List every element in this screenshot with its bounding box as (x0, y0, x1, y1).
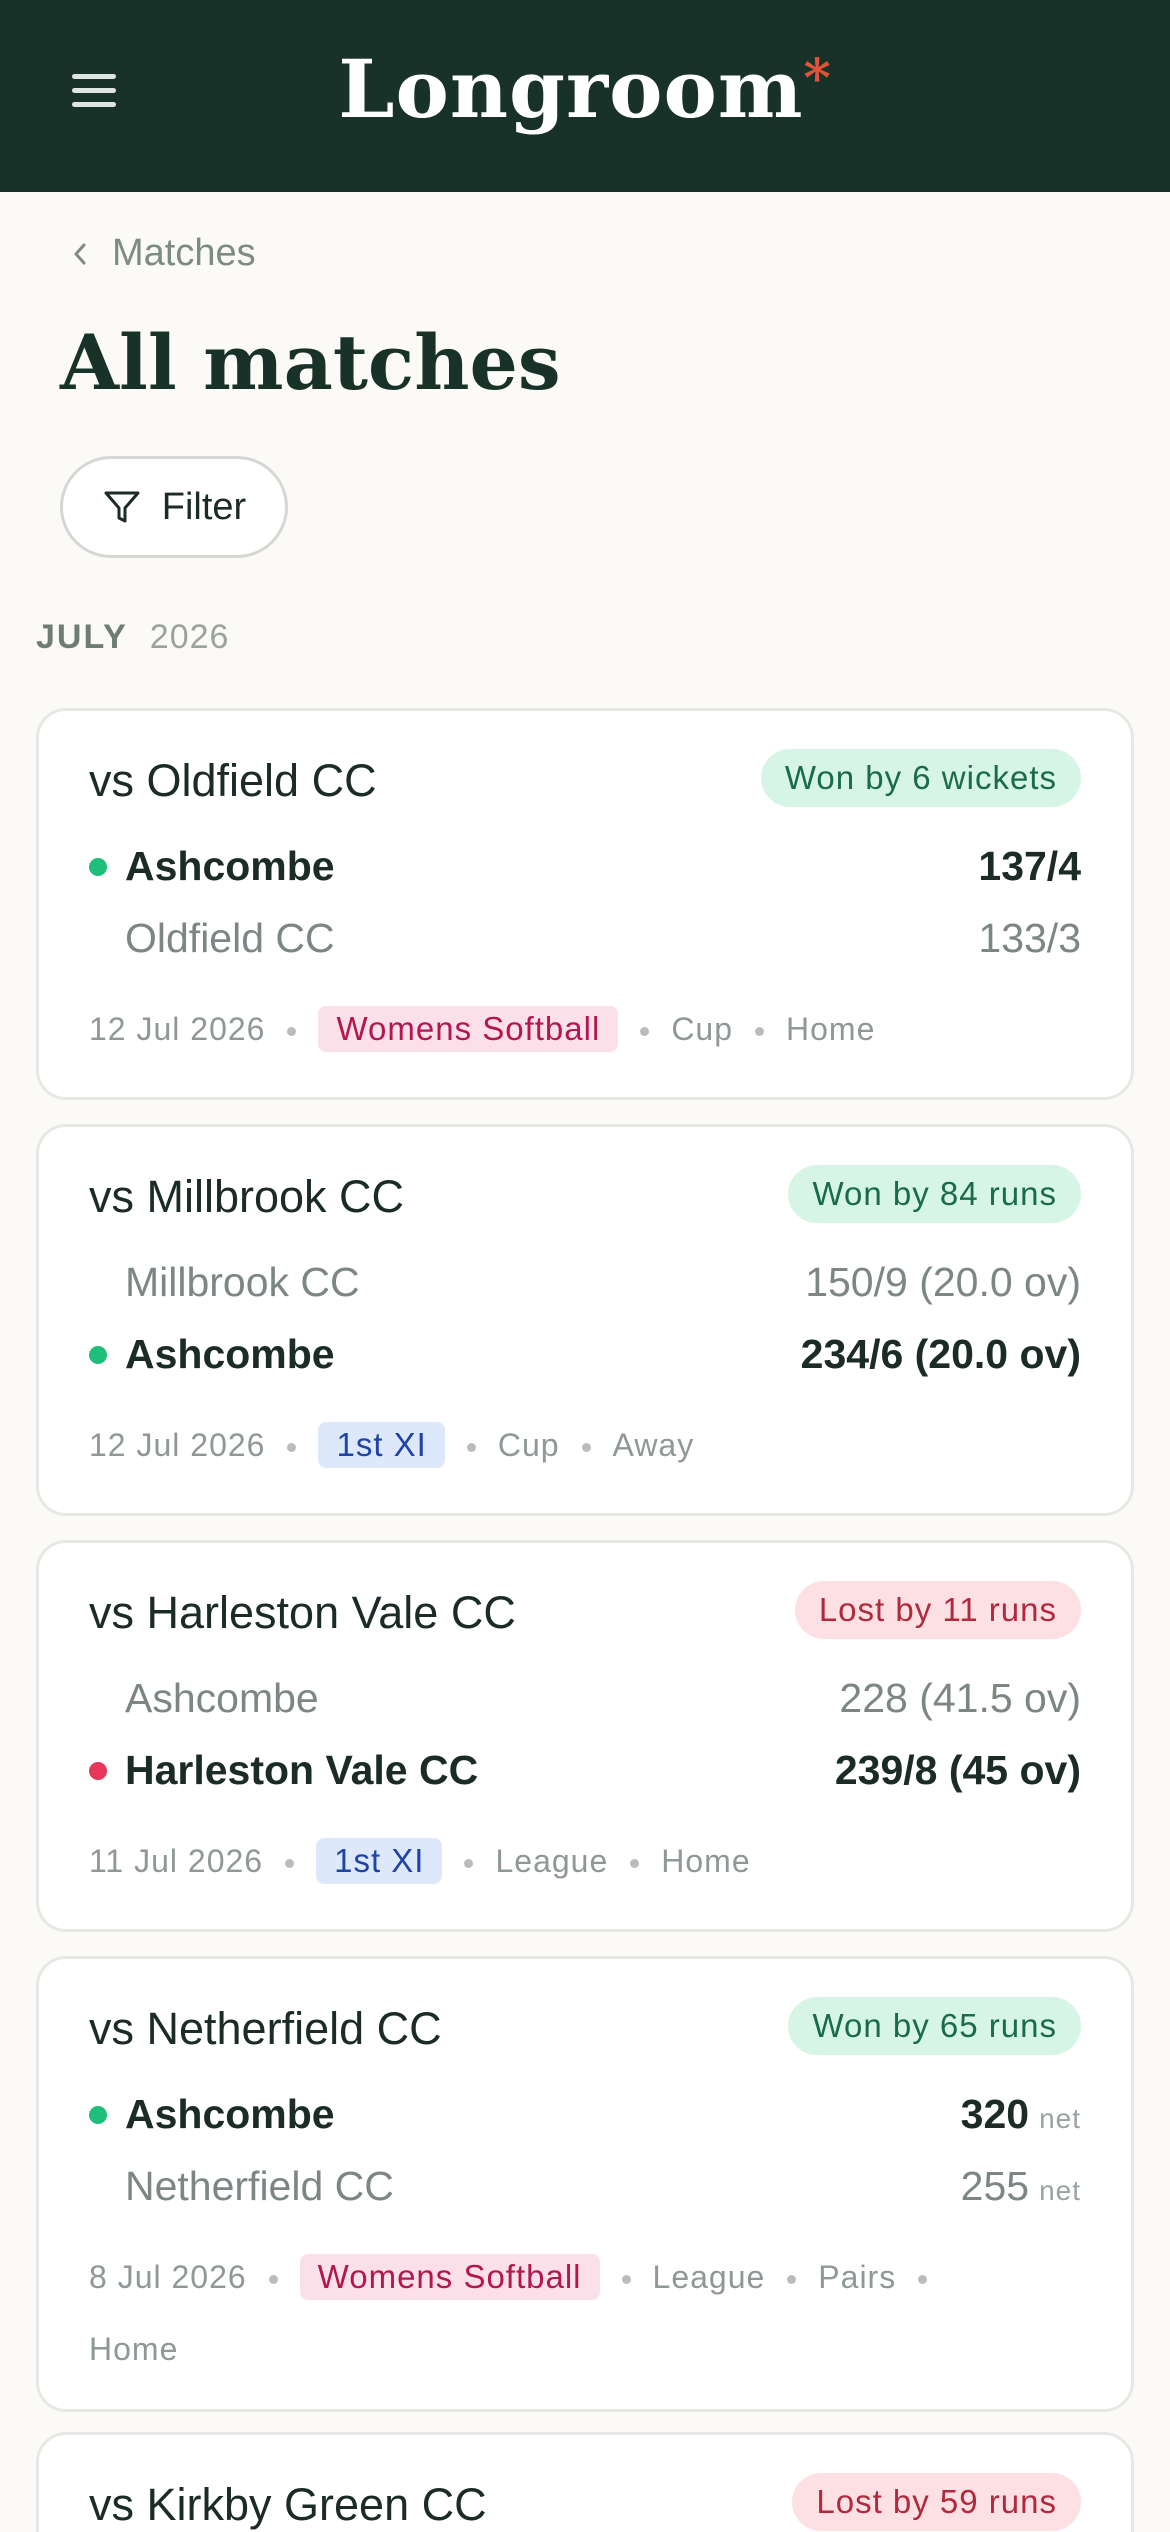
team-tag: 1st XI (316, 1838, 443, 1884)
winner-dot (89, 857, 107, 876)
team-name: Ashcombe (125, 843, 335, 889)
competition: League (495, 1843, 609, 1879)
team-score: 137/4 (978, 843, 1081, 889)
result-badge: Won by 6 wickets (760, 749, 1081, 807)
match-meta: 12 Jul 2026 Womens Softball Cup Home (89, 993, 1081, 1065)
month-name: JULY (36, 618, 128, 656)
team-score-row: Ashcombe 234/6 (20.0 ov) (89, 1331, 1081, 1378)
breadcrumb-label: Matches (112, 232, 256, 274)
result-badge: Won by 84 runs (788, 1165, 1081, 1223)
venue: Home (661, 1843, 751, 1879)
match-card[interactable]: vs Millbrook CC Won by 84 runs Millbrook… (36, 1124, 1134, 1516)
top-bar: Longroom* (0, 0, 1170, 192)
breadcrumb-back[interactable]: Matches (68, 232, 256, 275)
winner-dot (89, 2105, 107, 2124)
match-date: 8 Jul 2026 (89, 2259, 247, 2295)
team-score: 150/9 (20.0 ov) (805, 1259, 1081, 1305)
team-name: Ashcombe (125, 2091, 335, 2137)
team-score-row: Netherfield CC 255 net (89, 2163, 1081, 2210)
match-meta: 8 Jul 2026 Womens Softball League Pairs Home (89, 2241, 1081, 2385)
match-opponent: vs Millbrook CC (89, 1171, 405, 1222)
winner-dot (89, 1761, 107, 1780)
team-tag: 1st XI (318, 1422, 445, 1468)
team-score: 228 (41.5 ov) (839, 1675, 1081, 1721)
match-opponent: vs Oldfield CC (89, 755, 377, 806)
team-score: 234/6 (20.0 ov) (800, 1331, 1081, 1377)
logo-mark: * (803, 48, 832, 109)
team-score-row: Ashcombe 137/4 (89, 843, 1081, 890)
match-card[interactable]: vs Harleston Vale CC Lost by 11 runs Ash… (36, 1540, 1134, 1932)
filter-button[interactable]: Filter (60, 456, 288, 558)
match-date: 12 Jul 2026 (89, 1011, 266, 1047)
competition: Cup (671, 1011, 734, 1047)
venue: Home (89, 2331, 179, 2367)
score-suffix: net (1039, 2175, 1081, 2206)
match-date: 12 Jul 2026 (89, 1427, 266, 1463)
venue: Home (786, 1011, 876, 1047)
month-heading: JULY 2026 (36, 618, 229, 657)
team-name: Netherfield CC (125, 2163, 394, 2209)
competition: Cup (497, 1427, 560, 1463)
month-year: 2026 (149, 618, 230, 656)
team-name: Ashcombe (125, 1331, 335, 1377)
team-score: 239/8 (45 ov) (834, 1747, 1081, 1793)
result-badge: Lost by 59 runs (792, 2473, 1081, 2531)
funnel-icon (104, 491, 140, 523)
team-tag: Womens Softball (299, 2254, 600, 2300)
team-score-row: Ashcombe 320 net (89, 2091, 1081, 2138)
team-name: Oldfield CC (125, 915, 335, 961)
team-score-row: Millbrook CC 150/9 (20.0 ov) (89, 1259, 1081, 1306)
logo[interactable]: Longroom* (0, 42, 1170, 136)
match-card[interactable]: vs Kirkby Green CC Lost by 59 runs (36, 2432, 1134, 2532)
page-title: All matches (60, 318, 561, 407)
match-date: 11 Jul 2026 (89, 1843, 264, 1879)
team-score-row: Oldfield CC 133/3 (89, 915, 1081, 962)
match-card[interactable]: vs Oldfield CC Won by 6 wickets Ashcombe… (36, 708, 1134, 1100)
winner-dot (89, 1345, 107, 1364)
result-badge: Lost by 11 runs (794, 1581, 1081, 1639)
format: Pairs (818, 2259, 897, 2295)
match-meta: 12 Jul 2026 1st XI Cup Away (89, 1409, 1081, 1481)
team-name: Harleston Vale CC (125, 1747, 479, 1793)
filter-label: Filter (161, 485, 247, 528)
team-name: Millbrook CC (125, 1259, 360, 1305)
team-score-row: Ashcombe 228 (41.5 ov) (89, 1675, 1081, 1722)
match-opponent: vs Netherfield CC (89, 2003, 442, 2054)
result-badge: Won by 65 runs (788, 1997, 1081, 2055)
logo-text: Longroom (338, 42, 804, 136)
match-meta: 11 Jul 2026 1st XI League Home (89, 1825, 1081, 1897)
team-score: 133/3 (978, 915, 1081, 961)
team-score: 255 (960, 2163, 1030, 2209)
match-opponent: vs Harleston Vale CC (89, 1587, 516, 1638)
score-suffix: net (1039, 2103, 1081, 2134)
team-score-row: Harleston Vale CC 239/8 (45 ov) (89, 1747, 1081, 1794)
team-name: Ashcombe (125, 1675, 319, 1721)
competition: League (652, 2259, 766, 2295)
match-card[interactable]: vs Netherfield CC Won by 65 runs Ashcomb… (36, 1956, 1134, 2412)
venue: Away (612, 1427, 695, 1463)
match-opponent: vs Kirkby Green CC (89, 2479, 487, 2530)
team-score: 320 (960, 2091, 1030, 2137)
team-tag: Womens Softball (318, 1006, 619, 1052)
chevron-left-icon (74, 243, 86, 264)
